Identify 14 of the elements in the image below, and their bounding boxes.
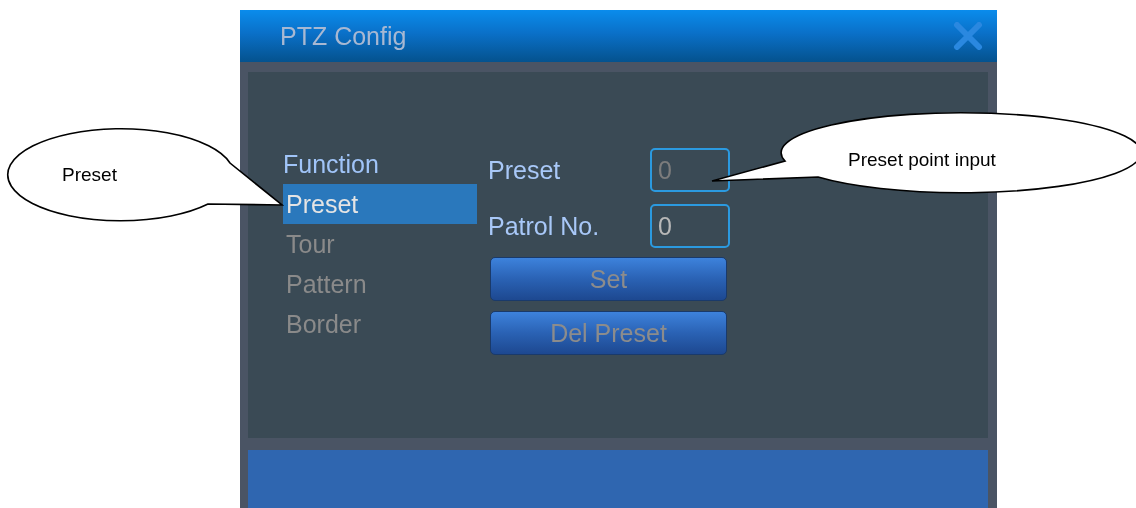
menu-item[interactable]: Pattern <box>283 264 477 304</box>
field-label: Preset <box>488 155 562 185</box>
field-label: Patrol No. <box>488 211 601 241</box>
close-icon[interactable] <box>953 22 983 50</box>
menu-item[interactable]: Tour <box>283 224 477 264</box>
window-title: PTZ Config <box>280 21 407 51</box>
number-field[interactable]: 0 <box>650 204 730 248</box>
callout-text: Preset point input <box>848 149 996 170</box>
menu-heading: Function <box>283 149 380 180</box>
menu-item[interactable]: Preset <box>283 184 477 224</box>
menu-item[interactable]: Border <box>283 304 477 344</box>
delete-preset-button[interactable]: Del Preset <box>490 311 727 355</box>
set-button[interactable]: Set <box>490 257 727 301</box>
callout-text: Preset <box>62 164 117 185</box>
